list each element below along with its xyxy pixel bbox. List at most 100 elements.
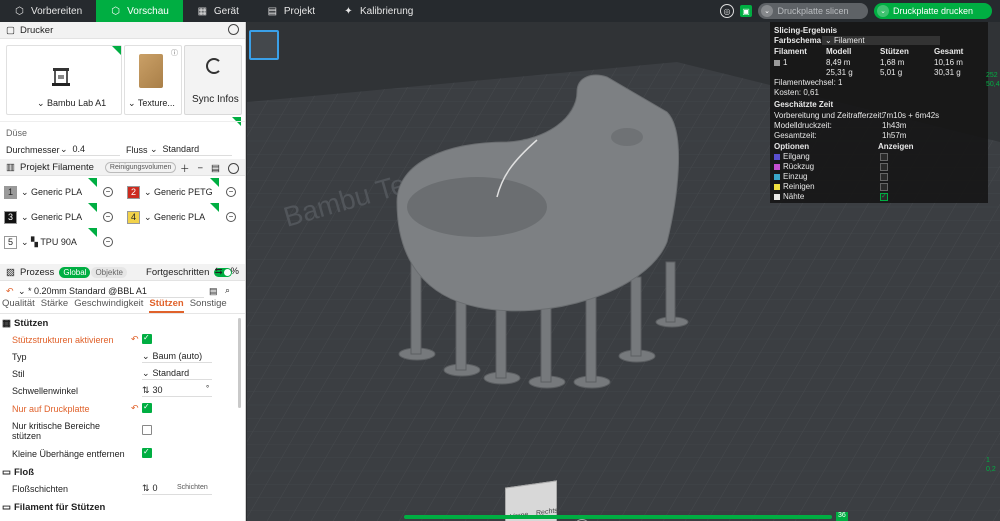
settings-scrollbar[interactable] [238,318,241,408]
support-section-title: ▦ Stützen [2,318,48,329]
preset-select[interactable]: ⌄ * 0.20mm Standard @BBL A1 [18,285,204,298]
remove-filament-icon[interactable]: − [103,187,113,197]
critical-only-checkbox[interactable] [142,425,152,435]
filament-color[interactable]: 2 [127,185,140,199]
filament-name[interactable]: ⌄ ▚ TPU 90A [21,237,77,248]
filament-name[interactable]: ⌄ Generic PETG [144,187,213,198]
filament-name-text: Generic PLA [31,211,83,222]
remove-filament-icon[interactable]: − [103,237,113,247]
seams-checkbox[interactable]: ✓ [880,193,888,201]
filament-color[interactable]: 3 [4,210,17,224]
model-weight: 25,31 g [826,68,853,77]
color-scheme-select[interactable]: ⌄ Filament [822,36,940,45]
tab-calibration[interactable]: ✦ Kalibrierung [329,0,427,22]
layer-top-height: 50,4 [986,81,1000,88]
total-time-label: Gesamtzeit: [774,131,817,140]
camera-icon[interactable]: ◎ [720,4,734,18]
diameter-select[interactable]: ⌄ 0.4 [60,143,120,156]
tab-speed[interactable]: Geschwindigkeit [74,298,143,313]
printer-card[interactable]: ⌄ Bambu Lab A1 [6,45,122,115]
remove-overhang-checkbox[interactable] [142,447,152,458]
option-wipe: Reinigen [774,182,815,191]
plate-thumbnail[interactable] [249,30,279,60]
remove-filament-icon[interactable]: − [226,187,236,197]
layer-progress-slider[interactable] [404,515,832,519]
plate-card[interactable]: ⓘ ⌄ Texture... [124,45,182,115]
chevron-down-icon[interactable]: ⌄ [761,5,773,17]
model-length: 8,49 m [826,58,851,67]
filament-item-3[interactable]: 3 ⌄ Generic PLA [4,209,82,225]
sync-info-button[interactable]: Sync Infos [184,45,242,115]
remove-filament-icon[interactable]: − [226,212,236,222]
flow-select[interactable]: ⌄ Standard [150,143,232,156]
tab-supports[interactable]: Stützen [149,298,184,313]
filament-name[interactable]: ⌄ Generic PLA [21,187,82,198]
printer-name[interactable]: ⌄ Bambu Lab A1 [37,98,106,109]
wipe-label: Reinigen [783,182,815,191]
advanced-label: Fortgeschritten [146,266,210,278]
filament-corner [88,203,97,212]
plate-name[interactable]: ⌄ Texture... [128,98,175,109]
filament-item-1[interactable]: 1 ⌄ Generic PLA [4,184,82,200]
filament-name[interactable]: ⌄ Generic PLA [21,212,82,223]
layer-bottom-height: 0,2 [986,466,996,473]
type-select[interactable]: ⌄ Baum (auto) [142,350,212,363]
slice-plate-button[interactable]: ⌄ Druckplatte slicen [758,3,868,19]
model-time-value: 1h43m [882,121,907,130]
deretract-label: Einzug [783,172,808,181]
filament-item-4[interactable]: 4 ⌄ Generic PLA [127,209,205,225]
tab-project[interactable]: ▤ Projekt [253,0,329,22]
deretract-checkbox[interactable] [880,173,888,181]
compare-icon[interactable]: ⇆ [215,266,223,277]
build-plate-only-row: Nur auf Druckplatte ↶ [0,401,238,418]
print-plate-button[interactable]: ⌄ Druckplatte drucken [874,3,992,19]
retract-swatch [774,163,780,170]
filament-name[interactable]: ⌄ Generic PLA [144,212,205,223]
save-icon[interactable]: ▤ [209,286,218,297]
filament-item-2[interactable]: 2 ⌄ Generic PETG [127,184,213,200]
filament-icon: ▭ [2,502,11,513]
tab-quality[interactable]: Qualität [2,298,35,313]
chevron-down-icon[interactable]: ⌄ [877,5,889,17]
remove-icon[interactable]: − [197,163,203,174]
tab-preview[interactable]: ⬡ Vorschau [96,0,183,22]
sync-ams-icon[interactable]: ▤ [211,163,220,174]
search-icon[interactable]: ⌕ [225,285,230,296]
gear-icon[interactable] [228,162,239,174]
tab-prepare[interactable]: ⬡ Vorbereiten [0,0,96,22]
filament-item-5[interactable]: 5 ⌄ ▚ TPU 90A [4,234,77,250]
retract-checkbox[interactable] [880,163,888,171]
build-plate-only-checkbox[interactable] [142,402,152,413]
filament-name-text: Generic PETG [154,186,213,197]
filament-color[interactable]: 4 [127,210,140,224]
purge-volume-button[interactable]: Reinigungsvolumen [104,161,177,173]
add-icon[interactable]: ＋ [180,161,190,175]
undo-icon[interactable]: ↶ [131,403,139,414]
threshold-input[interactable]: ⇅ 30 [142,384,212,397]
build-plate-only-label: Nur auf Druckplatte [12,404,90,414]
info-icon[interactable]: ⓘ [171,48,178,58]
total-time-value: 1h57m [882,131,907,140]
undo-icon[interactable]: ↶ [131,334,139,345]
wipe-checkbox[interactable] [880,183,888,191]
tab-strength[interactable]: Stärke [41,298,68,313]
remove-filament-icon[interactable]: − [103,212,113,222]
filament-corner [210,178,219,187]
flow-value: Standard [162,144,200,154]
layer-top-value: 252 [986,72,998,79]
style-select[interactable]: ⌄ Standard [142,367,212,380]
filament-color[interactable]: 5 [4,235,17,249]
travel-checkbox[interactable] [880,153,888,161]
option-seams: Nähte [774,192,804,201]
percent-icon[interactable]: % [231,266,239,277]
objects-toggle[interactable]: Objekte [91,266,128,278]
undo-icon[interactable]: ↶ [6,286,14,297]
sd-card-icon[interactable]: ▣ [740,5,752,17]
tab-others[interactable]: Sonstige [190,298,227,313]
global-toggle[interactable]: Global [59,266,91,278]
gear-icon[interactable] [228,24,239,35]
filament-color[interactable]: 1 [4,185,17,199]
enable-support-checkbox[interactable] [142,333,152,344]
type-value: Baum (auto) [152,351,203,361]
tab-device[interactable]: ▦ Gerät [183,0,253,22]
